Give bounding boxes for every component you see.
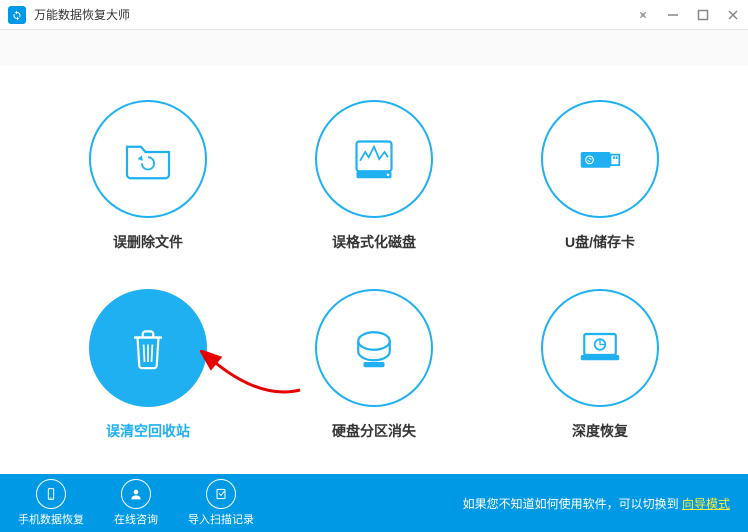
close-button[interactable] <box>726 8 740 22</box>
footer-label: 导入扫描记录 <box>188 511 254 527</box>
window-controls <box>636 8 740 22</box>
footer-label: 手机数据恢复 <box>18 511 84 527</box>
footer: 手机数据恢复 在线咨询 导入扫描记录 如果您不知道如何使用软件，可以切换到 向导… <box>0 474 748 532</box>
phone-icon <box>36 479 66 509</box>
option-label: 误清空回收站 <box>106 421 190 441</box>
footer-hint: 如果您不知道如何使用软件，可以切换到 向导模式 <box>463 495 730 512</box>
wizard-mode-link[interactable]: 向导模式 <box>682 497 730 511</box>
titlebar: 万能数据恢复大师 <box>0 0 748 30</box>
app-icon <box>8 6 26 24</box>
laptop-scan-icon <box>541 289 659 407</box>
main-content: 误删除文件 误格式化磁盘 U盘/储存卡 误清空回收站 <box>0 66 748 474</box>
settings-icon[interactable] <box>636 8 650 22</box>
footer-phone-recovery[interactable]: 手机数据恢复 <box>18 479 84 527</box>
sub-toolbar <box>0 30 748 66</box>
disk-wave-icon <box>315 100 433 218</box>
footer-import-scan[interactable]: 导入扫描记录 <box>188 479 254 527</box>
option-emptied-recycle-bin[interactable]: 误清空回收站 <box>40 275 256 454</box>
hint-text: 如果您不知道如何使用软件，可以切换到 <box>463 497 682 511</box>
footer-label: 在线咨询 <box>114 511 158 527</box>
option-lost-partition[interactable]: 硬盘分区消失 <box>266 275 482 454</box>
option-label: 误格式化磁盘 <box>332 232 416 252</box>
option-usb-sdcard[interactable]: U盘/储存卡 <box>492 86 708 265</box>
option-deleted-files[interactable]: 误删除文件 <box>40 86 256 265</box>
import-icon <box>206 479 236 509</box>
minimize-button[interactable] <box>666 8 680 22</box>
trash-icon <box>89 289 207 407</box>
app-title: 万能数据恢复大师 <box>34 6 636 23</box>
folder-recycle-icon <box>89 100 207 218</box>
hdd-icon <box>315 289 433 407</box>
option-label: 深度恢复 <box>572 421 628 441</box>
option-deep-recovery[interactable]: 深度恢复 <box>492 275 708 454</box>
option-formatted-disk[interactable]: 误格式化磁盘 <box>266 86 482 265</box>
footer-online-support[interactable]: 在线咨询 <box>114 479 158 527</box>
option-label: 误删除文件 <box>113 232 183 252</box>
usb-icon <box>541 100 659 218</box>
person-icon <box>121 479 151 509</box>
maximize-button[interactable] <box>696 8 710 22</box>
option-label: U盘/储存卡 <box>565 232 635 252</box>
option-label: 硬盘分区消失 <box>332 421 416 441</box>
